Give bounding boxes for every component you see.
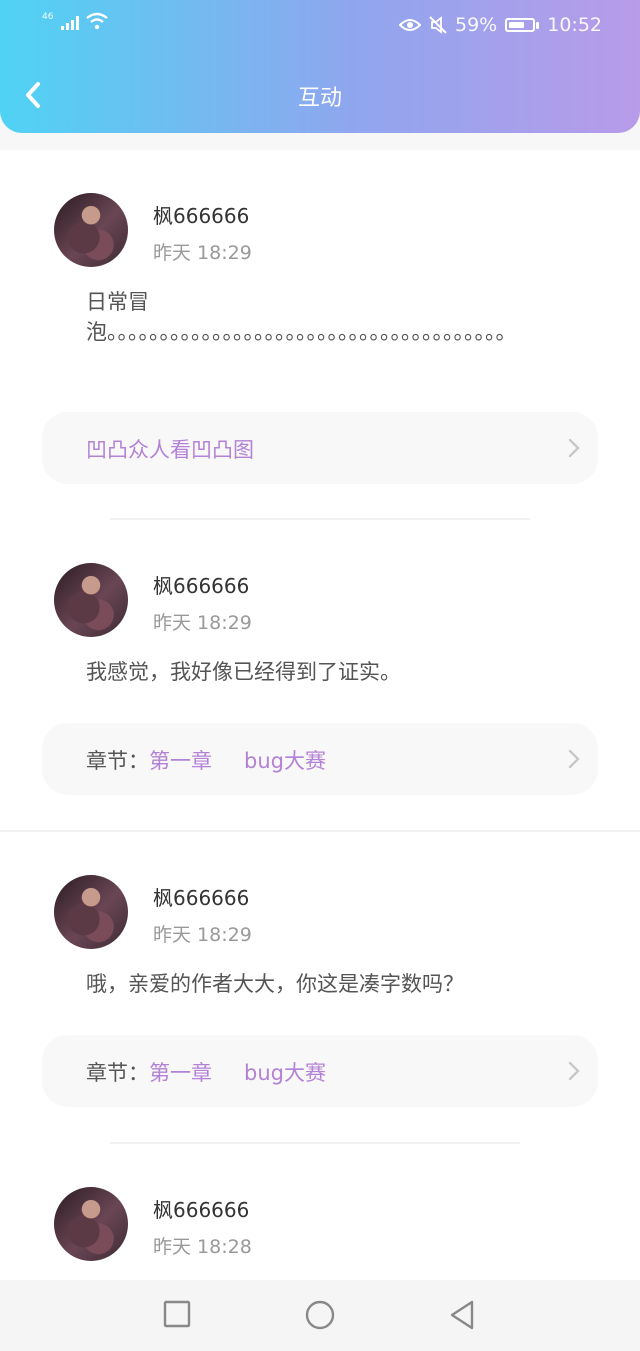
battery-icon	[505, 18, 540, 32]
post-time: 昨天 18:29	[153, 612, 252, 634]
chapter-name: 第一章	[149, 749, 212, 773]
post-text: 哦，亲爱的作者大大，你这是凑字数吗？	[86, 972, 464, 996]
divider	[0, 830, 640, 832]
avatar[interactable]	[54, 875, 128, 949]
user-name: 枫666666	[153, 574, 250, 598]
wifi-icon	[86, 12, 109, 30]
battery-percent: 59%	[455, 14, 498, 36]
avatar[interactable]	[54, 1187, 128, 1261]
chapter-link[interactable]: 章节：第一章 bug大赛	[42, 1035, 598, 1107]
app-header: 46 59% 10:52 互动	[0, 0, 640, 133]
chapter-name: 第一章	[149, 1061, 212, 1085]
chevron-right-icon	[568, 749, 580, 769]
chevron-right-icon	[568, 1061, 580, 1081]
clock: 10:52	[547, 14, 602, 36]
triangle-back-icon[interactable]	[448, 1300, 476, 1332]
page-title: 互动	[297, 86, 342, 111]
chapter-link[interactable]: 章节：第一章 bug大赛	[42, 723, 598, 795]
user-name: 枫666666	[153, 886, 250, 910]
network-type: 46	[42, 12, 54, 22]
chapter-prefix: 章节：	[86, 749, 149, 773]
divider	[110, 518, 530, 520]
square-nav-icon[interactable]	[163, 1300, 193, 1330]
post-time: 昨天 18:29	[153, 924, 252, 946]
post-time: 昨天 18:28	[153, 1236, 252, 1258]
status-right: 59% 10:52	[399, 14, 602, 36]
chevron-right-icon	[568, 438, 580, 458]
user-name: 枫666666	[153, 204, 250, 228]
circle-nav-icon[interactable]	[304, 1300, 336, 1332]
book-name: bug大赛	[244, 749, 326, 773]
chapter-prefix: 章节：	[86, 1061, 149, 1085]
system-nav-bar	[0, 1280, 640, 1351]
status-bar: 46 59% 10:52	[0, 0, 640, 50]
post-text: 日常冒泡。。。。。。。。。。。。。。。。。。。。。。。。。。。。。。。。。。。。…	[86, 290, 517, 344]
eye-icon	[399, 19, 421, 31]
avatar[interactable]	[54, 563, 128, 637]
avatar[interactable]	[54, 193, 128, 267]
book-name: bug大赛	[244, 1061, 326, 1085]
post-time: 昨天 18:29	[153, 242, 252, 264]
post-text: 我感觉，我好像已经得到了证实。	[86, 660, 401, 684]
divider	[110, 1142, 520, 1144]
interaction-list: 枫666666 昨天 18:29 日常冒泡。。。。。。。。。。。。。。。。。。。…	[0, 150, 640, 1280]
chapter-link-text: 章节：第一章 bug大赛	[86, 745, 326, 775]
topic-link[interactable]: 凹凸众人看凹凸图	[42, 412, 598, 484]
status-left: 46	[42, 12, 109, 30]
chapter-link-text: 章节：第一章 bug大赛	[86, 1057, 326, 1087]
mute-icon	[429, 16, 447, 34]
topic-link-text: 凹凸众人看凹凸图	[86, 438, 254, 462]
signal-icon	[61, 16, 80, 30]
user-name: 枫666666	[153, 1198, 250, 1222]
